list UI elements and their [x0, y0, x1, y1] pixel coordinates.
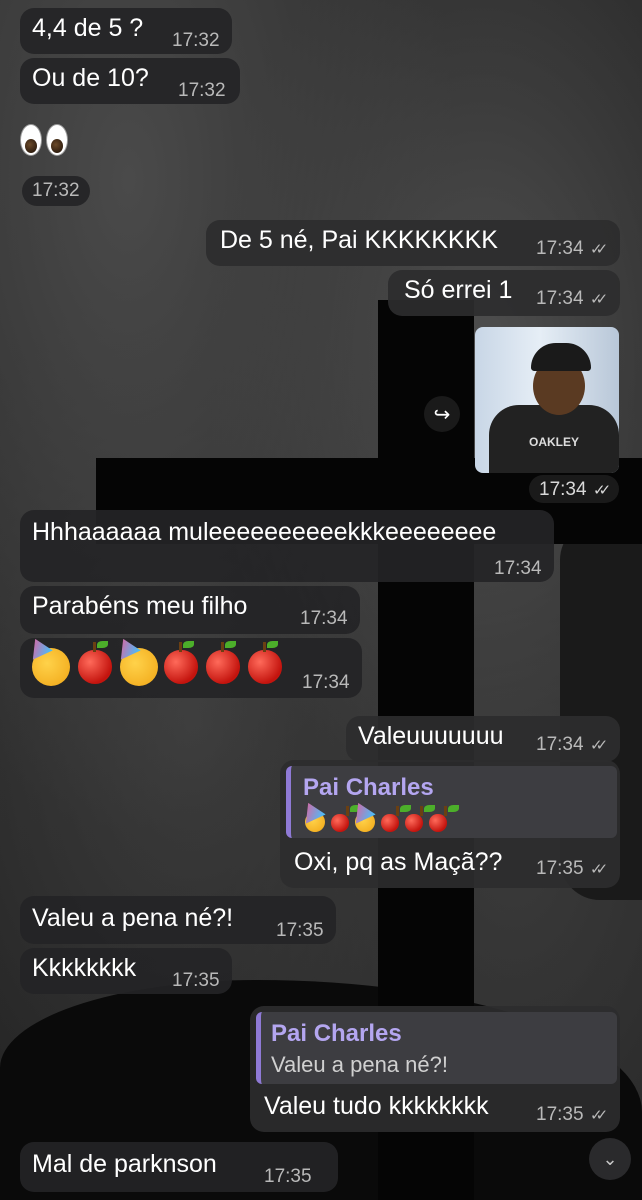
- partying-face-icon: [32, 648, 70, 686]
- message-time: 17:35: [536, 1104, 584, 1125]
- reply-message-bubble[interactable]: Pai Charles Valeu a pena né?! Valeu tudo…: [250, 1006, 620, 1132]
- red-apple-icon: [248, 641, 282, 684]
- message-text: Ou de 10?: [32, 64, 149, 92]
- message-bubble[interactable]: De 5 né, Pai KKKKKKKK 17:34 ✓✓: [206, 220, 620, 266]
- red-apple-icon: [331, 805, 361, 832]
- message-bubble[interactable]: Mal de parknson 17:35: [20, 1142, 338, 1192]
- quoted-message[interactable]: Pai Charles Valeu a pena né?!: [256, 1012, 617, 1084]
- quoted-message[interactable]: Pai Charles: [286, 766, 617, 838]
- message-bubble[interactable]: Kkkkkkkk 17:35: [20, 948, 232, 994]
- partying-face-icon: [120, 648, 158, 686]
- message-time: 17:34: [302, 672, 350, 693]
- message-text: Kkkkkkkk: [32, 954, 137, 982]
- message-time: 17:35: [172, 970, 220, 991]
- message-time: 17:32: [172, 30, 220, 51]
- message-time: 17:34: [539, 479, 587, 500]
- red-apple-icon: [206, 641, 240, 684]
- message-bubble[interactable]: Só errei 1 17:34 ✓✓: [388, 270, 620, 316]
- read-ticks-icon: ✓✓: [590, 291, 608, 308]
- read-ticks-icon: ✓✓: [590, 737, 608, 754]
- red-apple-icon: [405, 805, 435, 832]
- message-text: Hhhaaaaaa muleeeeeeeeeekkkeeeeeeee: [32, 518, 497, 546]
- message-bubble[interactable]: Valeu a pena né?! 17:35: [20, 896, 336, 944]
- message-text: Valeu a pena né?!: [32, 904, 234, 932]
- message-bubble[interactable]: Ou de 10? 17:32: [20, 58, 240, 104]
- read-ticks-icon: ✓✓: [590, 1107, 608, 1124]
- message-time-chip: 17:32: [22, 176, 90, 206]
- quoted-author: Pai Charles: [303, 774, 434, 801]
- read-ticks-icon: ✓✓: [593, 482, 611, 499]
- red-apple-icon: [164, 641, 198, 684]
- message-bubble[interactable]: Hhhaaaaaa muleeeeeeeeeekkkeeeeeeee 17:34: [20, 510, 554, 582]
- message-text: Oxi, pq as Maçã??: [294, 848, 503, 876]
- message-time: 17:34: [300, 608, 348, 629]
- red-apple-icon: [381, 805, 411, 832]
- message-text: Valeuuuuuuu: [358, 722, 504, 750]
- message-text: Valeu tudo kkkkkkkk: [264, 1092, 489, 1120]
- message-time: 17:34: [536, 288, 584, 309]
- message-time: 17:32: [32, 180, 80, 201]
- photo-message[interactable]: OAKLEY: [475, 327, 619, 473]
- read-ticks-icon: ✓✓: [590, 241, 608, 258]
- message-text: Parabéns meu filho: [32, 592, 248, 620]
- eyes-emoji-icon: [20, 124, 42, 156]
- red-apple-icon: [78, 641, 112, 684]
- photo-time-chip: 17:34 ✓✓: [529, 475, 619, 503]
- message-text: Mal de parknson: [32, 1150, 217, 1178]
- read-ticks-icon: ✓✓: [590, 861, 608, 878]
- message-bubble[interactable]: Parabéns meu filho 17:34: [20, 586, 360, 634]
- message-bubble[interactable]: 17:34: [20, 638, 362, 698]
- message-bubble[interactable]: Valeuuuuuuu 17:34 ✓✓: [346, 716, 620, 762]
- scroll-down-button[interactable]: ⌄: [589, 1138, 631, 1180]
- reply-message-bubble[interactable]: Pai Charles Oxi, pq as Maçã?? 17:35 ✓✓: [280, 760, 620, 888]
- red-apple-icon: [429, 805, 459, 832]
- message-time: 17:35: [264, 1166, 312, 1187]
- message-time: 17:32: [178, 80, 226, 101]
- message-bubble[interactable]: 4,4 de 5 ? 17:32: [20, 8, 232, 54]
- forward-icon: ↪: [433, 403, 451, 426]
- partying-face-icon: [305, 812, 325, 832]
- eyes-emoji-message[interactable]: [20, 122, 80, 162]
- scroll-down-icon: ⌄: [602, 1148, 618, 1169]
- eyes-emoji-icon: [46, 124, 68, 156]
- forward-button[interactable]: ↪: [424, 396, 460, 432]
- message-time: 17:34: [536, 238, 584, 259]
- message-text: 4,4 de 5 ?: [32, 14, 144, 42]
- message-text: De 5 né, Pai KKKKKKKK: [220, 226, 498, 254]
- message-time: 17:35: [536, 858, 584, 879]
- quoted-text: Valeu a pena né?!: [271, 1052, 448, 1077]
- quoted-author: Pai Charles: [271, 1020, 402, 1047]
- message-time: 17:35: [276, 920, 324, 941]
- message-text: Só errei 1: [404, 276, 513, 304]
- partying-face-icon: [355, 812, 375, 832]
- message-time: 17:34: [536, 734, 584, 755]
- message-time: 17:34: [494, 558, 542, 579]
